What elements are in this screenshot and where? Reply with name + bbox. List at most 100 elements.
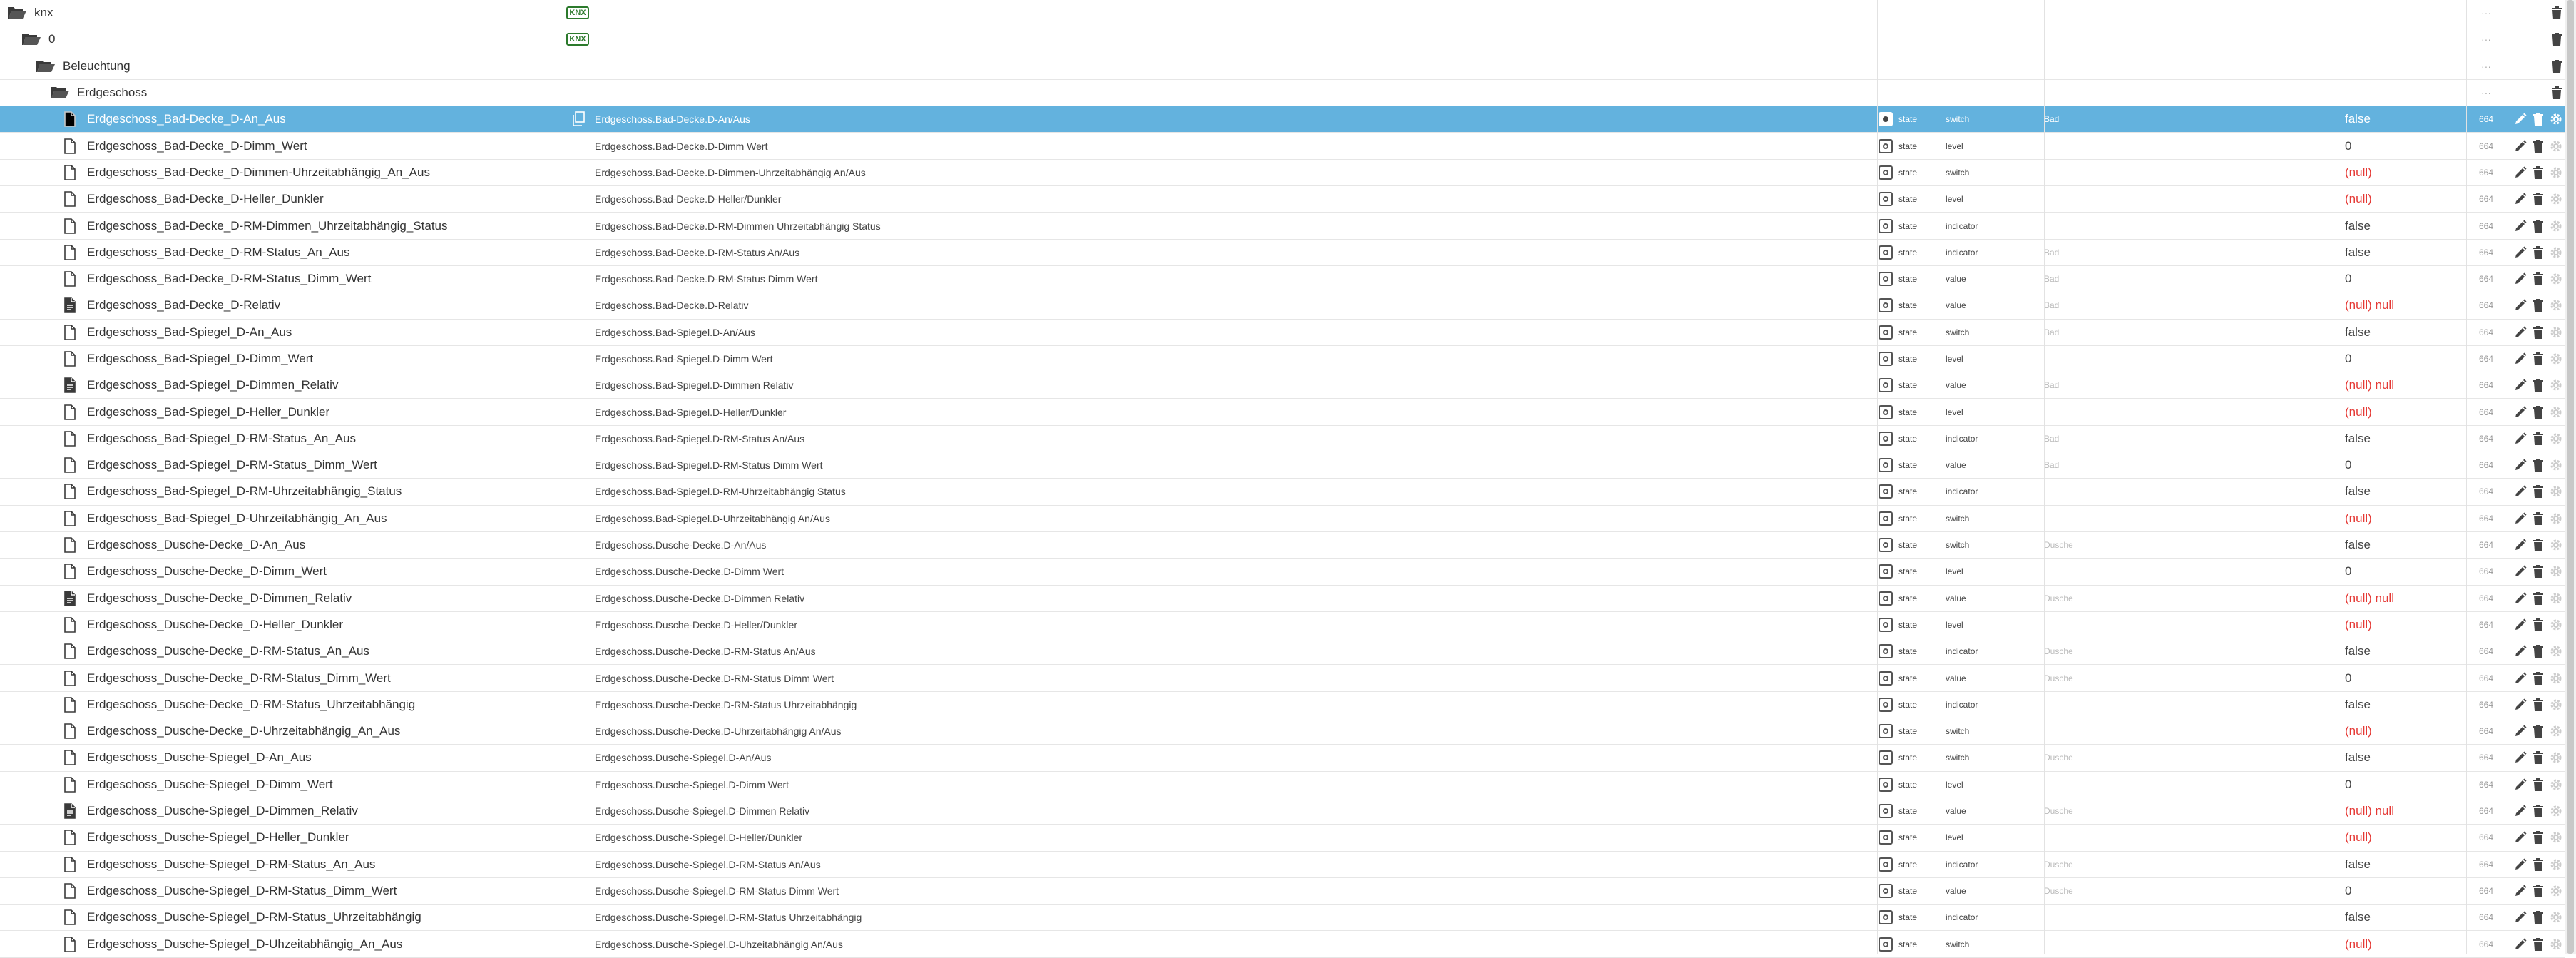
state-type-icon[interactable] — [1879, 404, 1893, 419]
state-type-icon[interactable] — [1879, 352, 1893, 366]
pencil-icon[interactable] — [2513, 857, 2528, 872]
state-value[interactable]: false — [2345, 426, 2466, 452]
state-id-cell[interactable]: Erdgeschoss_Dusche-Decke_D-RM-Status_An_… — [0, 638, 589, 664]
state-id-cell[interactable]: Erdgeschoss_Bad-Decke_D-Dimmen-Uhrzeitab… — [0, 160, 589, 185]
gear-icon[interactable] — [2549, 538, 2563, 552]
state-value[interactable]: 0 — [2345, 266, 2466, 292]
state-type-icon[interactable] — [1879, 272, 1893, 287]
state-id-cell[interactable]: Erdgeschoss_Bad-Decke_D-Dimm_Wert — [0, 133, 589, 158]
state-type-icon[interactable] — [1879, 777, 1893, 792]
state-value[interactable]: 0 — [2345, 665, 2466, 691]
tree-state-row[interactable]: Erdgeschoss_Dusche-Spiegel_D-RM-Status_A… — [0, 851, 2565, 878]
state-value[interactable]: (null) null — [2345, 372, 2466, 398]
pencil-icon[interactable] — [2513, 804, 2528, 818]
trash-icon[interactable] — [2532, 644, 2545, 658]
gear-icon[interactable] — [2549, 272, 2563, 286]
pencil-icon[interactable] — [2513, 671, 2528, 686]
state-id-cell[interactable]: Erdgeschoss_Dusche-Spiegel_D-An_Aus — [0, 745, 589, 770]
state-id-cell[interactable]: Erdgeschoss_Bad-Spiegel_D-Uhrzeitabhängi… — [0, 506, 589, 531]
state-type-icon[interactable] — [1879, 112, 1893, 127]
pencil-icon[interactable] — [2513, 830, 2528, 845]
trash-icon[interactable] — [2532, 750, 2545, 765]
state-id-cell[interactable]: Erdgeschoss_Bad-Decke_D-RM-Status_Dimm_W… — [0, 266, 589, 292]
tree-state-row[interactable]: Erdgeschoss_Dusche-Spiegel_D-Uhzeitabhän… — [0, 931, 2565, 958]
folder-open-icon[interactable] — [20, 31, 43, 48]
tree-folder-row[interactable]: 0 KNX ··· — [0, 26, 2565, 53]
trash-icon[interactable] — [2532, 272, 2545, 286]
trash-icon[interactable] — [2532, 538, 2545, 552]
gear-icon[interactable] — [2549, 165, 2563, 180]
state-type-icon[interactable] — [1879, 671, 1893, 686]
state-type-icon[interactable] — [1879, 378, 1893, 393]
tree-state-row[interactable]: Erdgeschoss_Bad-Spiegel_D-Dimmen_Relativ… — [0, 372, 2565, 399]
state-id-cell[interactable]: Erdgeschoss_Bad-Spiegel_D-RM-Status_An_A… — [0, 426, 589, 452]
pencil-icon[interactable] — [2513, 458, 2528, 472]
tree-state-row[interactable]: Erdgeschoss_Dusche-Spiegel_D-Dimmen_Rela… — [0, 798, 2565, 825]
tree-state-row[interactable]: Erdgeschoss_Bad-Spiegel_D-Heller_Dunkler… — [0, 399, 2565, 426]
tree-state-row[interactable]: Erdgeschoss_Bad-Spiegel_D-RM-Status_Dimm… — [0, 452, 2565, 479]
tree-state-row[interactable]: Erdgeschoss_Bad-Decke_D-An_Aus Erdgeschos… — [0, 106, 2565, 133]
gear-icon[interactable] — [2549, 910, 2563, 924]
folder-name-cell[interactable]: Erdgeschoss — [0, 80, 589, 106]
tree-state-row[interactable]: Erdgeschoss_Dusche-Spiegel_D-RM-Status_U… — [0, 905, 2565, 932]
gear-icon[interactable] — [2549, 884, 2563, 898]
pencil-icon[interactable] — [2513, 245, 2528, 260]
state-value[interactable]: (null) — [2345, 718, 2466, 744]
state-value[interactable]: false — [2345, 240, 2466, 265]
trash-icon[interactable] — [2532, 139, 2545, 153]
tree-state-row[interactable]: Erdgeschoss_Bad-Spiegel_D-Uhrzeitabhängi… — [0, 505, 2565, 532]
tree-state-row[interactable]: Erdgeschoss_Dusche-Spiegel_D-Dimm_Wert Er… — [0, 771, 2565, 798]
folder-open-icon[interactable] — [6, 4, 29, 21]
state-type-icon[interactable] — [1879, 538, 1893, 553]
tree-state-row[interactable]: Erdgeschoss_Dusche-Decke_D-Dimm_Wert Erdg… — [0, 559, 2565, 586]
pencil-icon[interactable] — [2513, 910, 2528, 924]
state-id-cell[interactable]: Erdgeschoss_Bad-Spiegel_D-Dimmen_Relativ — [0, 372, 589, 398]
pencil-icon[interactable] — [2513, 937, 2528, 952]
state-id-cell[interactable]: Erdgeschoss_Dusche-Decke_D-Uhrzeitabhäng… — [0, 718, 589, 744]
state-value[interactable]: (null) null — [2345, 292, 2466, 318]
state-value[interactable]: (null) — [2345, 825, 2466, 850]
trash-icon[interactable] — [2532, 857, 2545, 872]
state-value[interactable]: (null) — [2345, 399, 2466, 424]
trash-icon[interactable] — [2532, 458, 2545, 472]
gear-icon[interactable] — [2549, 192, 2563, 206]
gear-icon[interactable] — [2549, 564, 2563, 579]
pencil-icon[interactable] — [2513, 750, 2528, 765]
trash-icon[interactable] — [2550, 6, 2563, 20]
state-type-icon[interactable] — [1879, 883, 1893, 898]
tree-state-row[interactable]: Erdgeschoss_Dusche-Spiegel_D-RM-Status_D… — [0, 877, 2565, 905]
state-type-icon[interactable] — [1879, 830, 1893, 845]
state-type-icon[interactable] — [1879, 564, 1893, 579]
trash-icon[interactable] — [2532, 937, 2545, 952]
state-id-cell[interactable]: Erdgeschoss_Dusche-Decke_D-Dimm_Wert — [0, 559, 589, 584]
trash-icon[interactable] — [2532, 778, 2545, 792]
trash-icon[interactable] — [2532, 511, 2545, 526]
vertical-scrollbar[interactable] — [2565, 0, 2576, 954]
tree-folder-row[interactable]: Beleuchtung ··· — [0, 53, 2565, 80]
trash-icon[interactable] — [2532, 804, 2545, 818]
state-id-cell[interactable]: Erdgeschoss_Bad-Spiegel_D-RM-Status_Dimm… — [0, 452, 589, 478]
state-value[interactable]: (null) null — [2345, 798, 2466, 824]
trash-icon[interactable] — [2532, 432, 2545, 446]
gear-icon[interactable] — [2549, 139, 2563, 153]
trash-icon[interactable] — [2532, 325, 2545, 340]
tree-state-row[interactable]: Erdgeschoss_Bad-Spiegel_D-RM-Uhrzeitabhä… — [0, 479, 2565, 506]
tree-state-row[interactable]: Erdgeschoss_Dusche-Decke_D-RM-Status_Uhr… — [0, 691, 2565, 719]
state-id-cell[interactable]: Erdgeschoss_Bad-Decke_D-Heller_Dunkler — [0, 186, 589, 212]
tree-state-row[interactable]: Erdgeschoss_Bad-Decke_D-RM-Status_An_Aus… — [0, 239, 2565, 266]
state-value[interactable]: false — [2345, 106, 2466, 132]
gear-icon[interactable] — [2549, 458, 2563, 472]
trash-icon[interactable] — [2532, 298, 2545, 312]
gear-icon[interactable] — [2549, 298, 2563, 312]
state-value[interactable]: false — [2345, 852, 2466, 877]
trash-icon[interactable] — [2532, 192, 2545, 206]
pencil-icon[interactable] — [2513, 272, 2528, 286]
gear-icon[interactable] — [2549, 618, 2563, 632]
folder-name-cell[interactable]: knx — [0, 0, 589, 26]
gear-icon[interactable] — [2549, 778, 2563, 792]
gear-icon[interactable] — [2549, 484, 2563, 499]
tree-state-row[interactable]: Erdgeschoss_Dusche-Decke_D-RM-Status_Dim… — [0, 665, 2565, 692]
state-id-cell[interactable]: Erdgeschoss_Bad-Decke_D-Relativ — [0, 292, 589, 318]
state-type-icon[interactable] — [1879, 325, 1893, 340]
state-value[interactable]: false — [2345, 532, 2466, 558]
